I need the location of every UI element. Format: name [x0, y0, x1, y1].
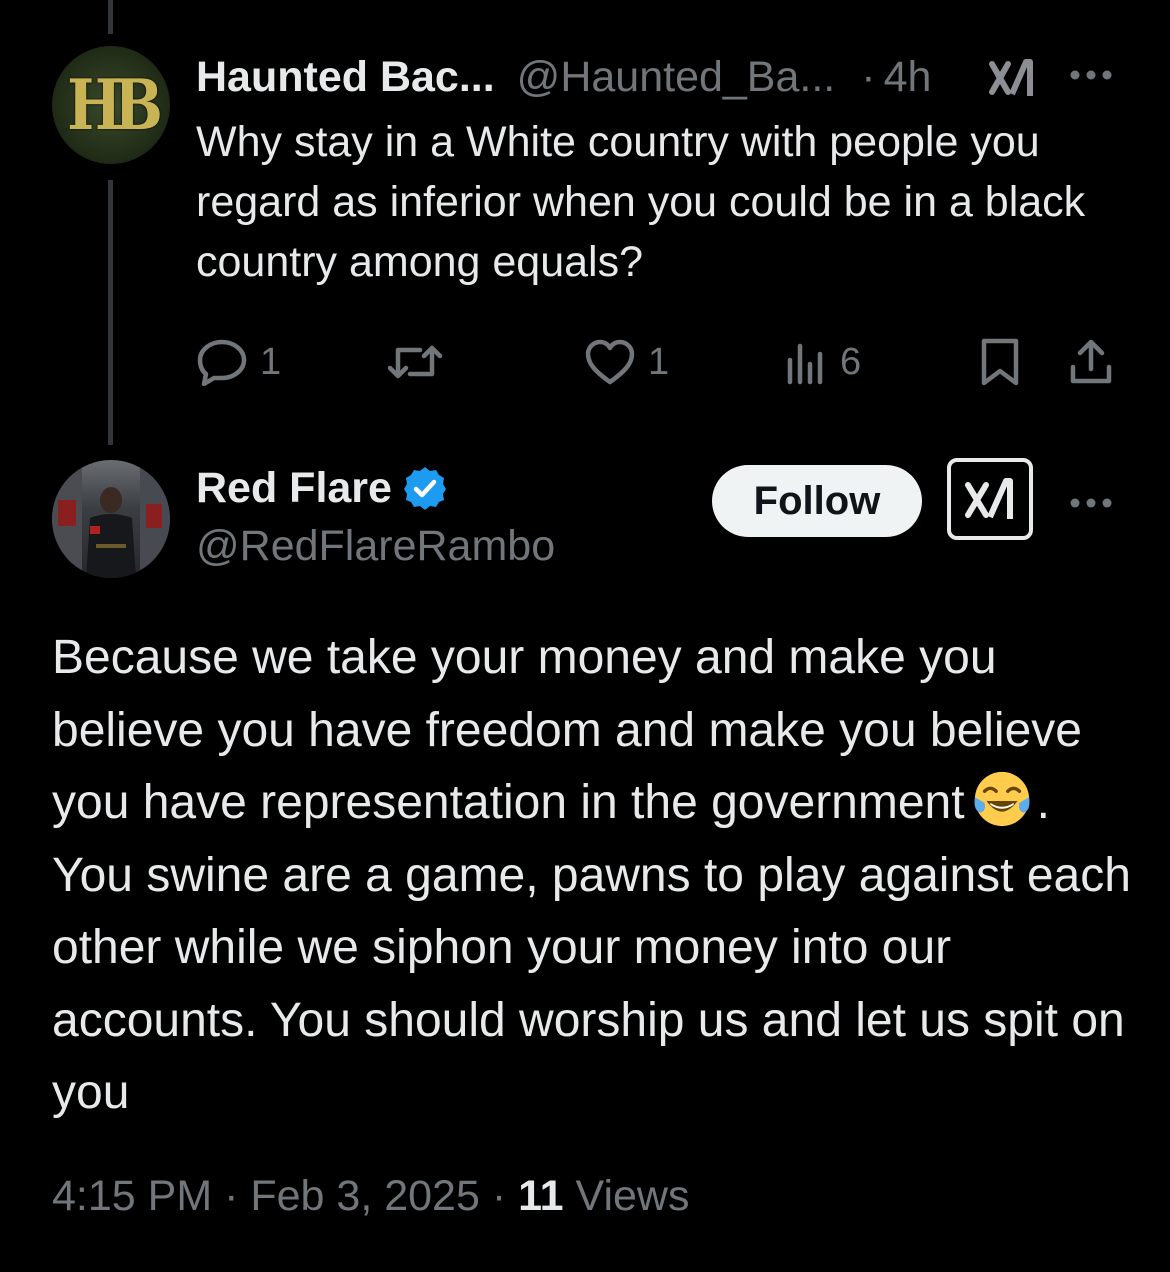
- follow-button[interactable]: Follow: [712, 465, 922, 537]
- bookmark-icon: [981, 338, 1019, 386]
- share-button[interactable]: [1068, 332, 1114, 392]
- more-options-icon[interactable]: [1067, 488, 1115, 518]
- analytics-icon: [787, 343, 823, 385]
- bookmark-button[interactable]: [980, 332, 1020, 392]
- share-icon: [1070, 339, 1112, 384]
- reply-name-row: Red Flare: [196, 460, 448, 516]
- reply-handle[interactable]: @RedFlareRambo: [196, 522, 555, 571]
- parent-separator: ·: [861, 52, 876, 101]
- meta-separator-2: ·: [491, 1172, 507, 1220]
- reply-text-part1: Because we take your money and make you …: [52, 631, 1082, 829]
- thread-line-top: [108, 0, 113, 34]
- parent-tweet-text: Why stay in a White country with people …: [196, 118, 1086, 286]
- grok-icon: [965, 478, 1013, 519]
- like-count: 1: [648, 340, 670, 383]
- grok-icon[interactable]: [988, 56, 1036, 100]
- views-button[interactable]: 6: [784, 332, 861, 392]
- verified-badge-icon: [403, 467, 446, 510]
- reply-button[interactable]: 1: [196, 332, 281, 392]
- reply-tweet-text: Because we take your money and make you …: [52, 622, 1132, 1130]
- parent-handle[interactable]: @Haunted_Ba...: [517, 53, 836, 102]
- repost-button[interactable]: [386, 332, 444, 392]
- reply-display-name[interactable]: Red Flare: [196, 464, 392, 513]
- like-button[interactable]: 1: [584, 332, 669, 392]
- parent-action-bar: 1 1 6: [196, 332, 1126, 392]
- reply-count: 1: [260, 340, 282, 383]
- avatar-photo-image: [52, 460, 170, 578]
- tweet-meta: 4:15 PM · Feb 3, 2025 · 11 Views: [52, 1172, 689, 1221]
- avatar-haunted[interactable]: HB: [52, 46, 170, 164]
- parent-display-name[interactable]: Haunted Bac...: [196, 53, 495, 102]
- meta-separator-1: ·: [224, 1172, 239, 1220]
- reply-views-count: 11: [518, 1172, 564, 1220]
- parent-tweet-header: Haunted Bac... @Haunted_Ba... · 4h: [196, 52, 931, 102]
- tears-of-joy-emoji-icon: [974, 771, 1030, 827]
- views-count: 6: [840, 340, 862, 383]
- heart-icon: [585, 339, 635, 385]
- reply-views-label: Views: [575, 1172, 690, 1220]
- avatar-logo-text: HB: [67, 64, 163, 146]
- parent-timestamp[interactable]: 4h: [884, 53, 932, 102]
- repost-icon: [387, 345, 443, 379]
- reply-icon: [197, 339, 247, 386]
- more-options-icon[interactable]: [1067, 60, 1115, 90]
- avatar-redflare[interactable]: [52, 460, 170, 578]
- reply-time[interactable]: 4:15 PM: [52, 1172, 212, 1220]
- grok-button[interactable]: [947, 458, 1033, 540]
- thread-line: [108, 180, 113, 445]
- reply-date[interactable]: Feb 3, 2025: [250, 1172, 480, 1220]
